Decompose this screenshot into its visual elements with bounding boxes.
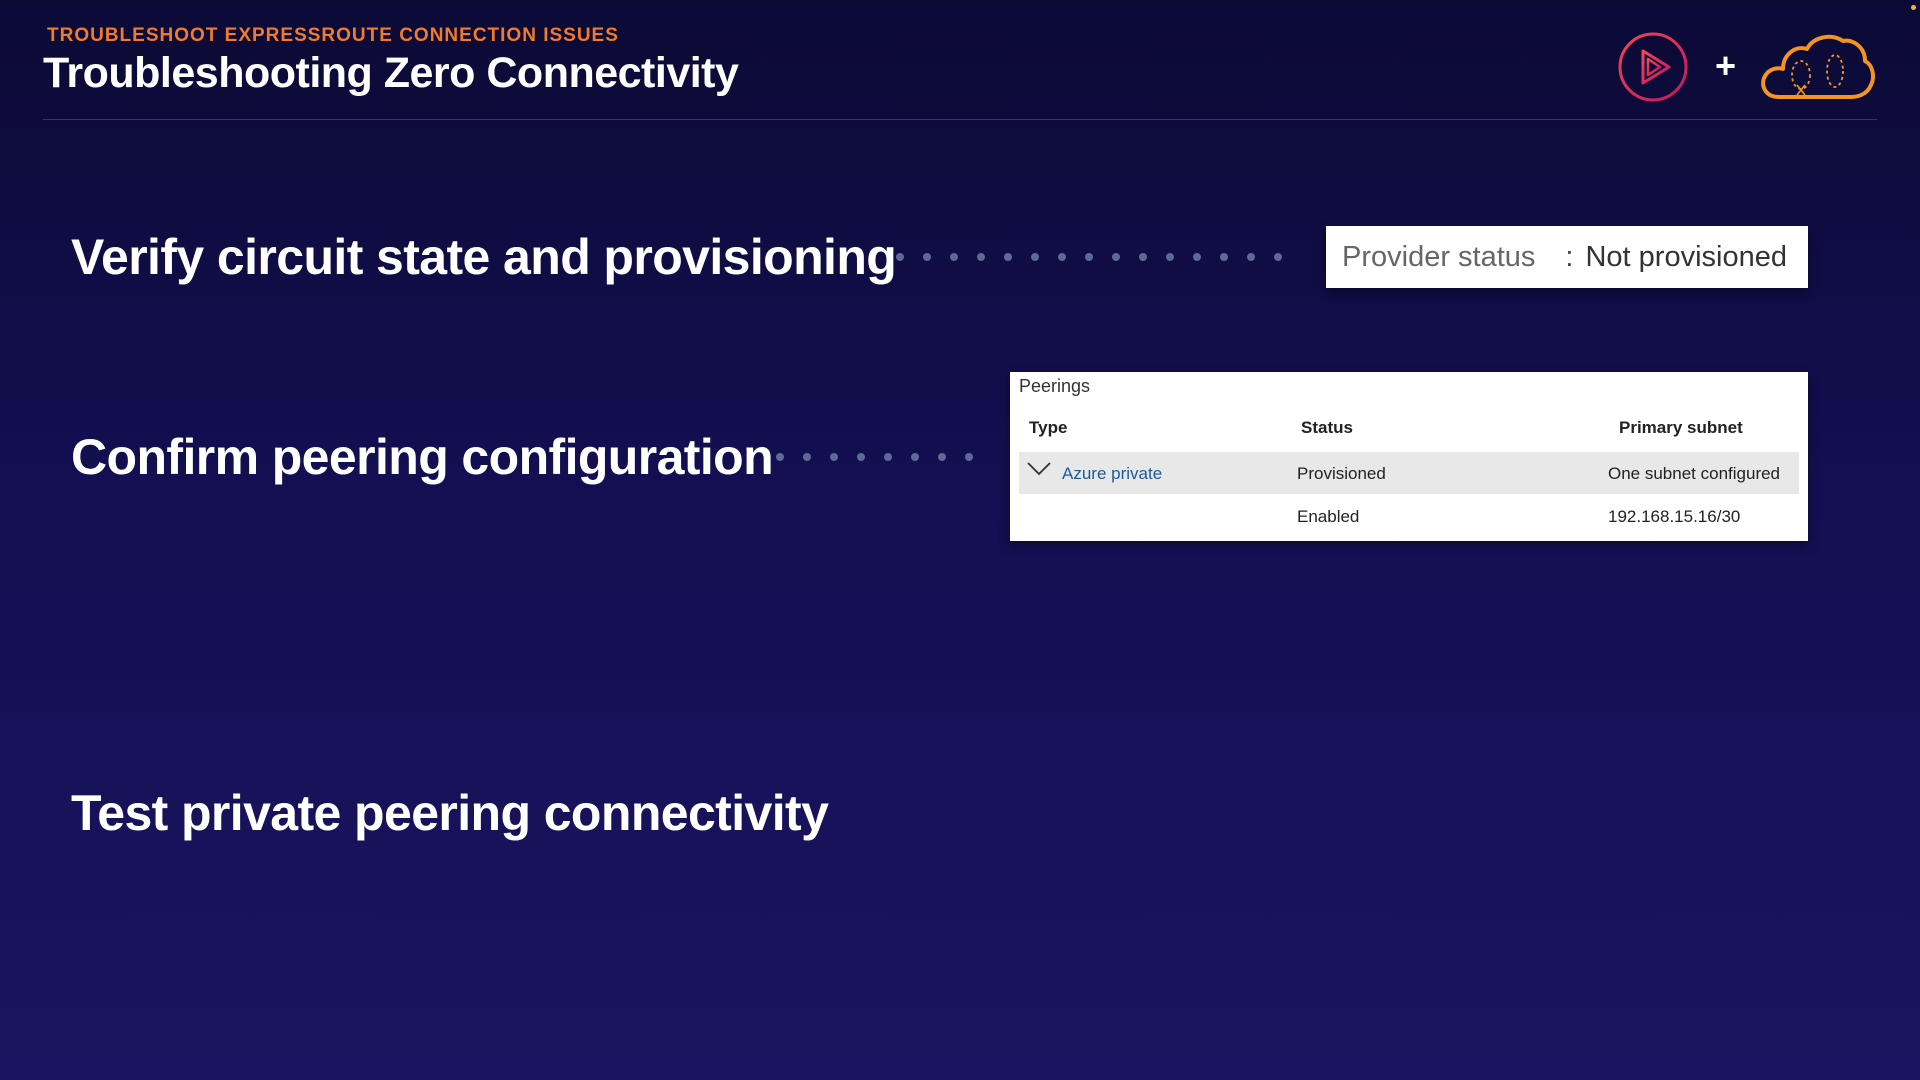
provider-status-separator: : (1565, 240, 1574, 273)
page-title: Troubleshooting Zero Connectivity (43, 49, 739, 97)
column-header-primary-subnet: Primary subnet (1619, 418, 1743, 437)
plus-sign: + (1715, 45, 1737, 86)
slide-header: TROUBLESHOOT EXPRESSROUTE CONNECTION ISS… (43, 25, 1877, 120)
chevron-down-icon[interactable] (1026, 460, 1052, 478)
acloudguru-cloud-icon (1761, 34, 1875, 99)
section-eyebrow: TROUBLESHOOT EXPRESSROUTE CONNECTION ISS… (47, 25, 619, 46)
pluralsight-play-icon (1618, 32, 1688, 102)
peering-status-cell: Provisioned (1297, 464, 1386, 483)
peering-type-link[interactable]: Azure private (1062, 464, 1162, 484)
step-verify-circuit: Verify circuit state and provisioning (71, 229, 897, 285)
provider-status-card: Provider status : Not provisioned (1326, 226, 1808, 288)
peerings-table-card: Peerings Type Status Primary subnet Azur… (1010, 372, 1808, 541)
leader-dots-1 (896, 252, 1282, 262)
column-header-type: Type (1029, 418, 1068, 437)
provider-status-label: Provider status (1342, 240, 1536, 273)
step-test-connectivity: Test private peering connectivity (71, 785, 829, 841)
peering-subnet-cell: 192.168.15.16/30 (1608, 507, 1741, 526)
column-header-status: Status (1301, 418, 1353, 437)
header-divider (43, 119, 1877, 120)
peering-status-cell: Enabled (1297, 507, 1360, 526)
step-confirm-peering: Confirm peering configuration (71, 429, 774, 485)
peering-subnet-cell: One subnet configured (1608, 464, 1781, 483)
leader-dots-2 (776, 452, 973, 462)
peerings-title: Peerings (1019, 376, 1091, 396)
provider-status-value: Not provisioned (1585, 240, 1787, 273)
corner-indicator (1911, 5, 1916, 10)
brand-logos: + (1617, 31, 1877, 106)
